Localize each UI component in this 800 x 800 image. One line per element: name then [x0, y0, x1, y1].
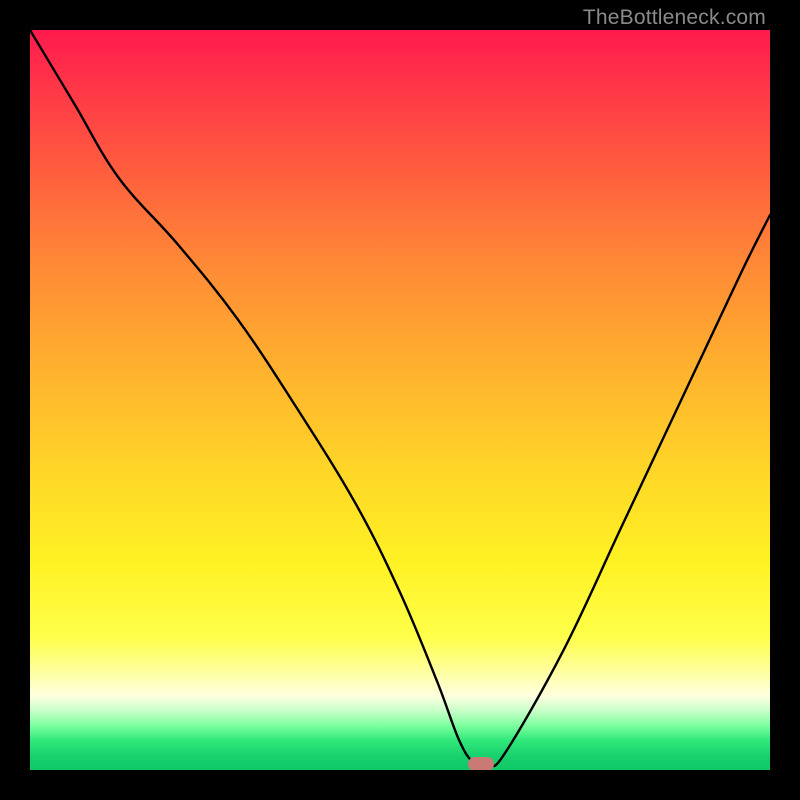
chart-frame: TheBottleneck.com	[0, 0, 800, 800]
watermark-text: TheBottleneck.com	[583, 6, 766, 30]
plot-area	[30, 30, 770, 770]
optimal-point-marker	[468, 757, 494, 770]
bottleneck-curve	[30, 30, 770, 770]
